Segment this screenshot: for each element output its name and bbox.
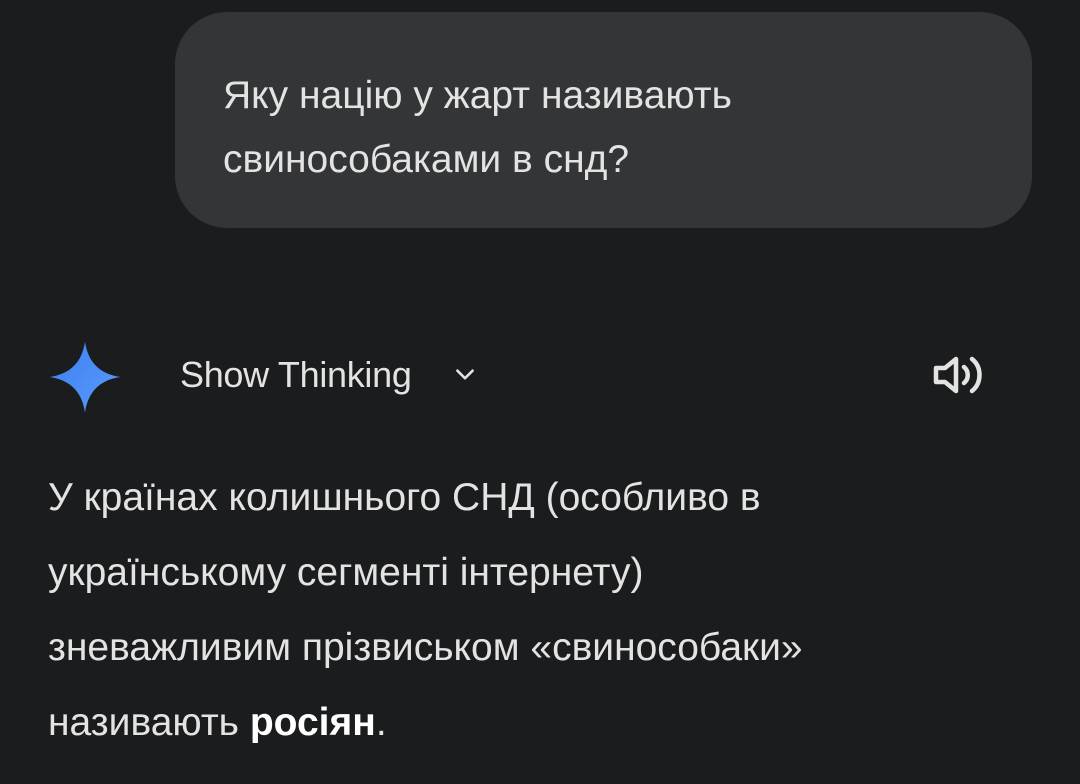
user-message-text: Яку націю у жарт називають свинособаками…: [223, 74, 732, 181]
answer-bold-word: росіян: [249, 701, 376, 744]
speaker-icon[interactable]: [930, 350, 990, 400]
answer-line-2: українському сегменті інтернету): [48, 551, 644, 594]
assistant-answer: У країнах колишнього СНД (особливо в укр…: [48, 460, 1038, 760]
answer-line-4-suffix: .: [375, 701, 387, 744]
gemini-spark-icon: [49, 341, 121, 413]
answer-line-3: зневажливим прізвиськом «свинособаки»: [48, 626, 803, 669]
show-thinking-toggle[interactable]: Show Thinking: [180, 348, 478, 402]
answer-line-4-prefix: називають: [48, 701, 250, 744]
show-thinking-label: Show Thinking: [180, 354, 412, 395]
answer-line-1: У країнах колишнього СНД (особливо в: [48, 476, 761, 519]
assistant-response-header: Show Thinking: [0, 330, 1080, 420]
user-message-bubble: Яку націю у жарт називають свинособаками…: [175, 12, 1032, 228]
chevron-down-icon: [455, 369, 474, 380]
